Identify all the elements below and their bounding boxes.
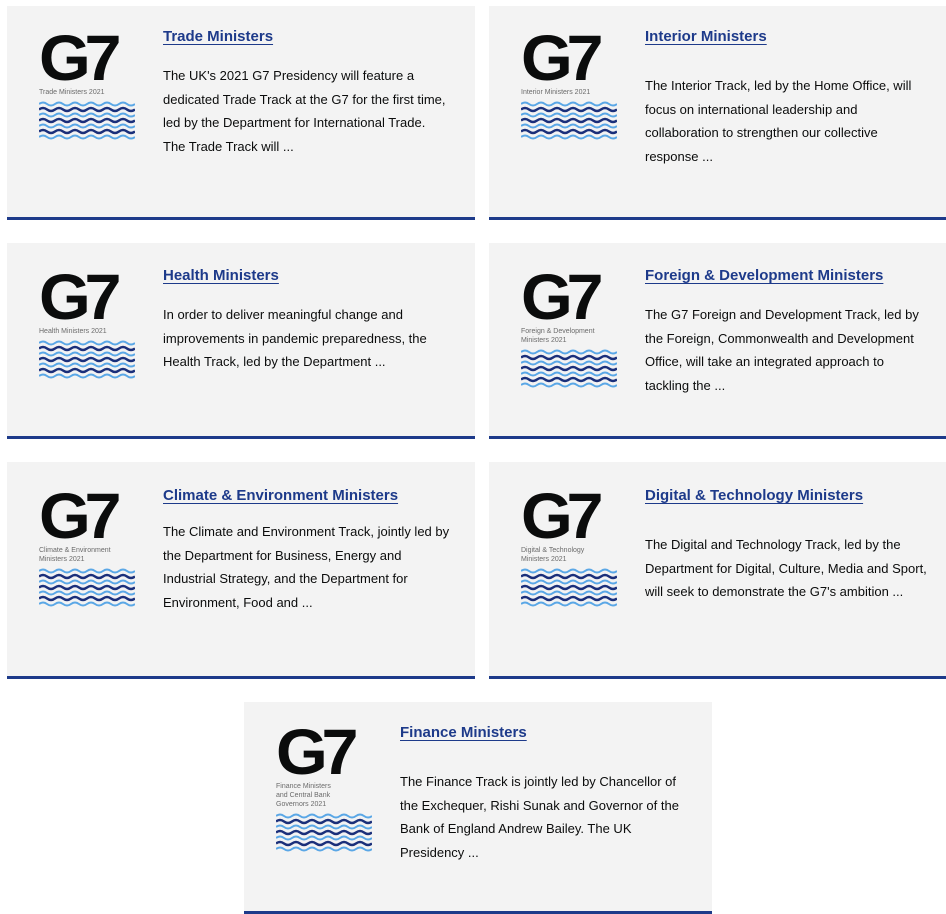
g7-climate-logo: G7 Climate & Environment Ministers 2021 [39,484,135,609]
track-card-foreign-development[interactable]: G7 Foreign & Development Ministers 2021 … [489,243,946,439]
g7-wordmark: G7 [521,480,604,552]
g7-wordmark: G7 [39,261,122,333]
waves-icon [521,101,617,140]
card-title-link[interactable]: Climate & Environment Ministers [163,487,398,504]
waves-icon [39,568,135,607]
g7-interior-logo: G7 Interior Ministers 2021 [521,26,617,142]
g7-wordmark: G7 [521,261,604,333]
waves-icon [276,813,372,852]
g7-trade-logo: G7 Trade Ministers 2021 [39,26,135,142]
waves-icon [39,340,135,379]
card-description: In order to deliver meaningful change an… [163,307,427,369]
track-card-climate-environment[interactable]: G7 Climate & Environment Ministers 2021 … [7,462,475,679]
card-description: The Climate and Environment Track, joint… [163,524,450,610]
g7-wordmark: G7 [276,716,359,788]
waves-icon [39,101,135,140]
card-description: The Finance Track is jointly led by Chan… [400,774,679,860]
g7-wordmark: G7 [39,22,122,94]
card-title-link[interactable]: Foreign & Development Ministers [645,267,883,284]
card-description: The Digital and Technology Track, led by… [645,537,927,599]
card-title-link[interactable]: Interior Ministers [645,28,767,45]
waves-icon [521,349,617,388]
card-title-link[interactable]: Health Ministers [163,267,279,284]
track-card-health[interactable]: G7 Health Ministers 2021 Health Minister… [7,243,475,439]
g7-wordmark: G7 [521,22,604,94]
card-title-link[interactable]: Finance Ministers [400,724,527,741]
card-description: The UK's 2021 G7 Presidency will feature… [163,68,446,154]
card-title-link[interactable]: Trade Ministers [163,28,273,45]
card-title-link[interactable]: Digital & Technology Ministers [645,487,863,504]
track-card-interior[interactable]: G7 Interior Ministers 2021 Interior Mini… [489,6,946,220]
g7-digital-logo: G7 Digital & Technology Ministers 2021 [521,484,617,609]
g7-foreign-logo: G7 Foreign & Development Ministers 2021 [521,265,617,390]
track-card-digital-technology[interactable]: G7 Digital & Technology Ministers 2021 D… [489,462,946,679]
waves-icon [521,568,617,607]
g7-health-logo: G7 Health Ministers 2021 [39,265,135,381]
card-description: The G7 Foreign and Development Track, le… [645,307,919,393]
card-description: The Interior Track, led by the Home Offi… [645,78,912,164]
track-card-finance[interactable]: G7 Finance Ministers and Central Bank Go… [244,702,712,914]
g7-finance-logo: G7 Finance Ministers and Central Bank Go… [276,720,372,854]
track-card-trade[interactable]: G7 Trade Ministers 2021 Trade Ministers … [7,6,475,220]
g7-wordmark: G7 [39,480,122,552]
